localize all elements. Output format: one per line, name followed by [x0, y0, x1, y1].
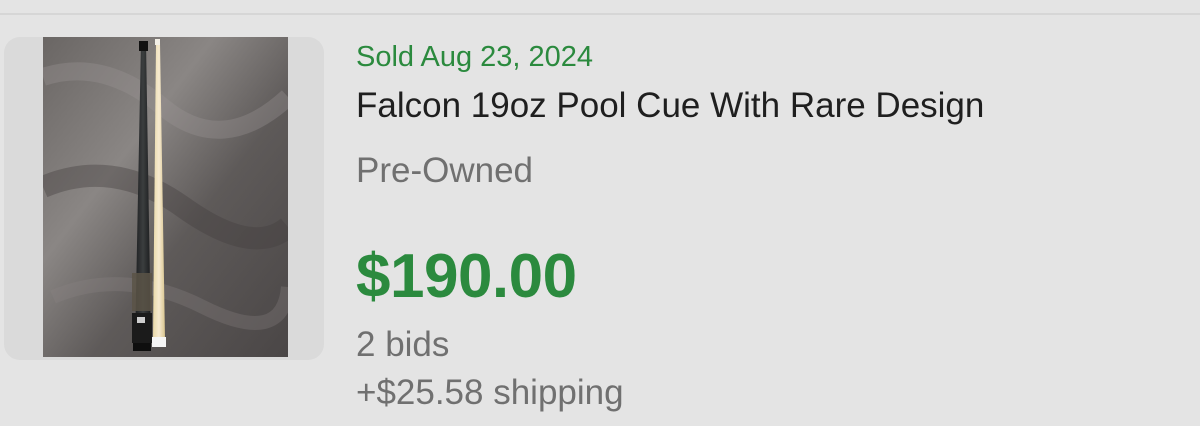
sold-date: Sold Aug 23, 2024 [356, 41, 594, 73]
listing-title[interactable]: Falcon 19oz Pool Cue With Rare Design [356, 86, 984, 126]
bid-count: 2 bids [356, 325, 450, 364]
pool-cue-photo [43, 37, 288, 357]
sold-listing-card[interactable]: Sold Aug 23, 2024 Falcon 19oz Pool Cue W… [0, 15, 1200, 426]
shipping-cost: +$25.58 shipping [356, 373, 624, 412]
item-condition: Pre-Owned [356, 151, 534, 190]
listing-thumbnail[interactable] [4, 37, 324, 360]
sold-price: $190.00 [356, 242, 577, 311]
